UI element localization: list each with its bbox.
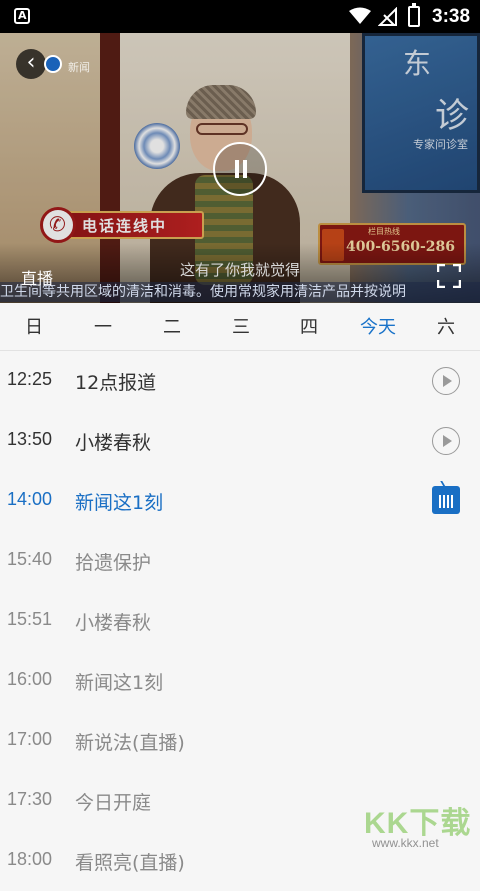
wifi-icon bbox=[349, 7, 371, 24]
schedule-row[interactable]: 15:40 拾遗保护 bbox=[0, 531, 480, 591]
program-time: 15:51 bbox=[7, 609, 53, 629]
video-subtitle: 这有了你我就觉得 bbox=[179, 261, 300, 279]
status-bar: 3:38 bbox=[0, 0, 480, 33]
tab-day-6[interactable]: 六 bbox=[416, 313, 476, 339]
program-title: 小楼春秋 bbox=[75, 432, 152, 454]
site-watermark: KK下载 www.kkx.net bbox=[360, 798, 478, 854]
live-label: 直播 bbox=[21, 269, 54, 288]
program-title: 小楼春秋 bbox=[75, 612, 152, 634]
tab-day-4[interactable]: 四 bbox=[279, 313, 339, 339]
no-sim-signal-icon bbox=[378, 7, 397, 26]
program-title: 今日开庭 bbox=[75, 792, 152, 814]
replay-play-icon[interactable] bbox=[432, 427, 460, 455]
program-title: 新闻这1刻 bbox=[75, 672, 164, 694]
status-time: 3:38 bbox=[432, 6, 471, 27]
watermark-url: www.kkx.net bbox=[372, 836, 439, 850]
chevron-left-icon: ‹ bbox=[26, 50, 36, 75]
live-tv-bars bbox=[439, 495, 453, 508]
program-time: 14:00 bbox=[7, 489, 53, 509]
program-title: 新闻这1刻 bbox=[75, 492, 164, 514]
schedule-row[interactable]: 15:51 小楼春秋 bbox=[0, 591, 480, 651]
fullscreen-icon[interactable] bbox=[437, 264, 461, 288]
channel-watermark-text: 新闻 bbox=[68, 61, 90, 74]
program-title: 12点报道 bbox=[75, 372, 157, 394]
program-time: 16:00 bbox=[7, 669, 53, 689]
program-time: 17:00 bbox=[7, 729, 53, 749]
tab-day-3[interactable]: 三 bbox=[211, 313, 271, 339]
tab-day-2[interactable]: 二 bbox=[142, 313, 202, 339]
schedule-row[interactable]: 13:50 小楼春秋 bbox=[0, 411, 480, 471]
program-time: 18:00 bbox=[7, 849, 53, 869]
program-time: 17:30 bbox=[7, 789, 53, 809]
schedule-row[interactable]: 17:00 新说法(直播) bbox=[0, 711, 480, 771]
schedule-row[interactable]: 16:00 新闻这1刻 bbox=[0, 651, 480, 711]
channel-logo bbox=[44, 55, 62, 73]
day-tabs: 日一二三四今天六 bbox=[0, 303, 480, 351]
program-title: 新说法(直播) bbox=[75, 732, 185, 754]
program-time: 13:50 bbox=[7, 429, 53, 449]
pause-button[interactable] bbox=[213, 142, 267, 196]
program-time: 15:40 bbox=[7, 549, 53, 569]
news-ticker: 卫生间等共用区域的清洁和消毒。使用常规家用清洁产品并按说明 bbox=[0, 282, 480, 302]
program-title: 看照亮(直播) bbox=[75, 852, 185, 874]
replay-play-icon[interactable] bbox=[432, 367, 460, 395]
tab-day-0[interactable]: 日 bbox=[4, 313, 64, 339]
tab-day-1[interactable]: 一 bbox=[73, 313, 133, 339]
video-player[interactable]: 东 诊 专家问诊室 电话连线中 栏目热线 400-6560-286 ‹ 新闻 这… bbox=[0, 33, 480, 303]
program-time: 12:25 bbox=[7, 369, 53, 389]
app-notification-icon bbox=[14, 8, 30, 24]
program-title: 拾遗保护 bbox=[75, 552, 152, 574]
schedule-row[interactable]: 14:00 新闻这1刻 bbox=[0, 471, 480, 531]
live-tv-icon[interactable] bbox=[432, 486, 460, 514]
tab-day-5[interactable]: 今天 bbox=[348, 313, 408, 339]
back-button[interactable]: ‹ bbox=[16, 49, 46, 79]
schedule-row[interactable]: 12:25 12点报道 bbox=[0, 351, 480, 411]
battery-charging-icon bbox=[408, 3, 420, 27]
